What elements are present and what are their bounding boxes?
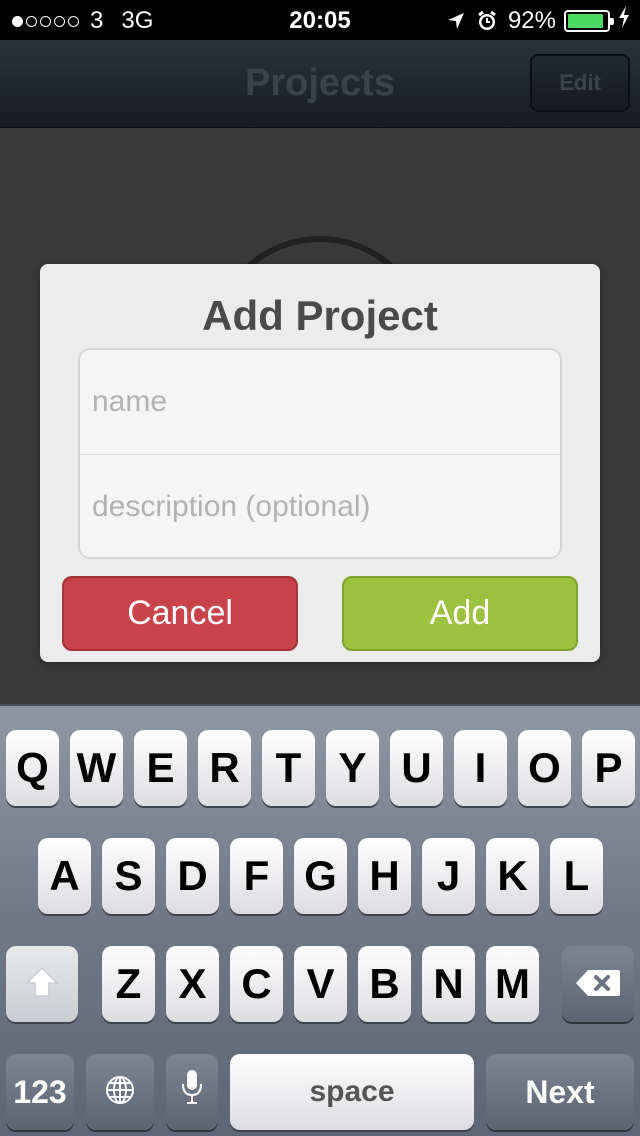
key-x[interactable]: X xyxy=(166,946,219,1022)
battery-percent: 92% xyxy=(507,6,556,34)
dialog-title: Add Project xyxy=(202,292,438,339)
next-key[interactable]: Next xyxy=(486,1054,634,1130)
name-input[interactable] xyxy=(80,350,560,454)
key-y[interactable]: Y xyxy=(326,730,379,806)
key-q[interactable]: Q xyxy=(6,730,59,806)
key-z[interactable]: Z xyxy=(102,946,155,1022)
alarm-icon xyxy=(476,10,498,32)
key-g[interactable]: G xyxy=(294,838,347,914)
battery-level xyxy=(568,13,603,28)
add-button[interactable]: Add xyxy=(342,576,578,651)
space-key[interactable]: space xyxy=(230,1054,474,1130)
globe-icon xyxy=(104,1068,136,1116)
backspace-key[interactable] xyxy=(562,946,634,1022)
add-project-dialog: Add Project Cancel Add xyxy=(40,264,600,662)
shift-key[interactable] xyxy=(6,946,78,1022)
key-w[interactable]: W xyxy=(70,730,123,806)
microphone-icon xyxy=(180,1068,204,1116)
status-bar: 3 3G 20:05 92% xyxy=(0,0,640,40)
key-k[interactable]: K xyxy=(486,838,539,914)
key-d[interactable]: D xyxy=(166,838,219,914)
key-u[interactable]: U xyxy=(390,730,443,806)
fields-group xyxy=(78,348,562,559)
battery-tip xyxy=(610,17,614,25)
numbers-key[interactable]: 123 xyxy=(6,1054,74,1130)
battery-icon xyxy=(564,9,614,32)
key-e[interactable]: E xyxy=(134,730,187,806)
key-n[interactable]: N xyxy=(422,946,475,1022)
key-a[interactable]: A xyxy=(38,838,91,914)
backspace-icon xyxy=(574,960,622,1008)
key-l[interactable]: L xyxy=(550,838,603,914)
cancel-button[interactable]: Cancel xyxy=(62,576,298,651)
description-input[interactable] xyxy=(80,455,560,557)
key-t[interactable]: T xyxy=(262,730,315,806)
keyboard: Q W E R T Y U I O P A S D F G H J K L Z … xyxy=(0,704,640,1136)
nav-bar: Projects Edit xyxy=(0,40,640,128)
charging-bolt-icon xyxy=(618,6,630,35)
key-o[interactable]: O xyxy=(518,730,571,806)
microphone-key[interactable] xyxy=(166,1054,218,1130)
key-c[interactable]: C xyxy=(230,946,283,1022)
key-j[interactable]: J xyxy=(422,838,475,914)
globe-key[interactable] xyxy=(86,1054,154,1130)
location-arrow-icon xyxy=(446,11,466,31)
key-i[interactable]: I xyxy=(454,730,507,806)
status-right: 92% xyxy=(446,6,630,35)
shift-icon xyxy=(25,960,59,1008)
key-v[interactable]: V xyxy=(294,946,347,1022)
key-s[interactable]: S xyxy=(102,838,155,914)
key-p[interactable]: P xyxy=(582,730,635,806)
key-h[interactable]: H xyxy=(358,838,411,914)
key-m[interactable]: M xyxy=(486,946,539,1022)
key-f[interactable]: F xyxy=(230,838,283,914)
key-b[interactable]: B xyxy=(358,946,411,1022)
edit-button[interactable]: Edit xyxy=(530,54,630,112)
key-r[interactable]: R xyxy=(198,730,251,806)
